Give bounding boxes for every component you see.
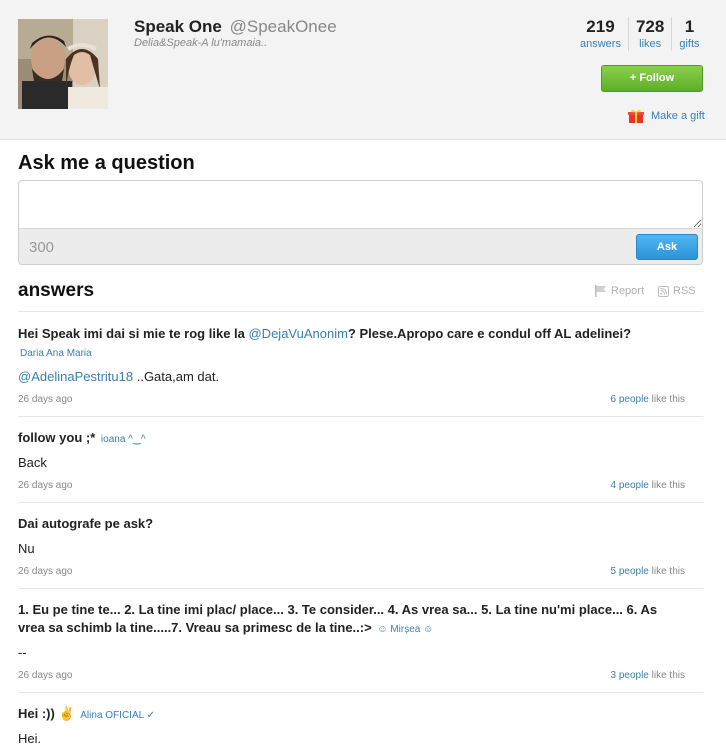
profile-handle: @SpeakOnee — [229, 17, 337, 36]
likes-count-link[interactable]: 5 people — [611, 566, 649, 577]
likes-info: 4 people like this — [611, 479, 686, 493]
answer-text: @AdelinaPestritu18 ..Gata,am dat. — [18, 368, 219, 386]
question-text: follow you ;* ioana ^‿^ — [18, 429, 146, 449]
likes-suffix: like this — [648, 566, 685, 577]
answer-text: -- — [18, 645, 27, 660]
likes-info: 5 people like this — [611, 565, 686, 579]
answer-item: follow you ;* ioana ^‿^ Back 26 days ago… — [18, 416, 703, 502]
answer-time-link[interactable]: 26 days ago — [18, 670, 73, 681]
question-part: follow you ;* — [18, 430, 96, 445]
flag-icon — [595, 285, 606, 297]
likes-info: 3 people like this — [611, 669, 686, 683]
stat-label: answers — [580, 38, 621, 50]
rss-label: RSS — [673, 285, 696, 297]
question-author-link[interactable]: Alina OFICIAL ✓ — [80, 710, 155, 721]
answer-text: Back — [18, 455, 47, 470]
report-label: Report — [611, 285, 645, 297]
profile-stats: 219 answers 728 likes 1 gifts — [576, 17, 707, 51]
answer-text: Hei. — [18, 731, 42, 746]
ask-title: Ask me a question — [18, 152, 195, 174]
likes-suffix: like this — [648, 394, 685, 405]
question-text: Hei :)) ✌ Alina OFICIAL ✓ — [18, 705, 155, 725]
answer-item: Hei Speak imi dai si mie te rog like la … — [18, 311, 703, 416]
profile-name-line: Speak One @SpeakOnee — [134, 17, 337, 37]
likes-suffix: like this — [648, 480, 685, 491]
answer-meta: 26 days ago 6 people like this — [18, 393, 703, 407]
rss-icon — [658, 285, 670, 297]
answer-item: Hei :)) ✌ Alina OFICIAL ✓ Hei. — [18, 692, 703, 750]
answer-time-link[interactable]: 26 days ago — [18, 480, 73, 491]
stat-likes[interactable]: 728 likes — [627, 17, 671, 51]
stat-answers[interactable]: 219 answers — [576, 17, 628, 51]
report-link[interactable]: Report — [594, 285, 644, 297]
ask-button[interactable]: Ask — [636, 234, 698, 260]
answer-time-link[interactable]: 26 days ago — [18, 394, 73, 405]
likes-count-link[interactable]: 6 people — [611, 394, 649, 405]
answer-item: 1. Eu pe tine te... 2. La tine imi plac/… — [18, 588, 703, 692]
stat-gifts[interactable]: 1 gifts — [671, 17, 706, 51]
make-gift-label: Make a gift — [651, 110, 705, 122]
ask-box: 300 Ask — [18, 180, 703, 265]
question-text: 1. Eu pe tine te... 2. La tine imi plac/… — [18, 601, 678, 639]
make-gift-link[interactable]: Make a gift — [628, 108, 705, 124]
answer-meta: 26 days ago 5 people like this — [18, 565, 703, 579]
profile-bio: Delia&Speak-A lu'mamaia.. — [134, 37, 268, 49]
answer-item: Dai autografe pe ask? Nu 26 days ago 5 p… — [18, 502, 703, 588]
profile-name: Speak One — [134, 17, 222, 36]
answer-meta: 26 days ago 3 people like this — [18, 669, 703, 683]
gift-icon — [628, 109, 644, 123]
question-part: ? Plese.Apropo care e condul off AL adel… — [347, 326, 632, 341]
likes-count-link[interactable]: 3 people — [611, 670, 649, 681]
likes-suffix: like this — [648, 670, 685, 681]
answer-time-link[interactable]: 26 days ago — [18, 566, 73, 577]
stat-label: gifts — [679, 38, 700, 50]
question-part: Dai autografe pe ask? — [18, 516, 154, 531]
question-author-link[interactable]: ☺ Mirșea ☺ — [377, 624, 433, 635]
profile-header: Speak One @SpeakOnee Delia&Speak-A lu'ma… — [0, 0, 726, 140]
question-mention-link[interactable]: @DejaVuAnonim — [248, 326, 347, 341]
ask-toolbar: 300 Ask — [19, 228, 702, 264]
question-author-link[interactable]: Daria Ana Maria — [20, 348, 92, 359]
answers-list: Hei Speak imi dai si mie te rog like la … — [18, 311, 703, 750]
stat-value: 728 — [635, 17, 665, 36]
likes-info: 6 people like this — [611, 393, 686, 407]
question-input[interactable] — [19, 181, 702, 228]
stat-label: likes — [639, 38, 662, 50]
answer-mention-link[interactable]: @AdelinaPestritu18 — [18, 369, 133, 384]
answer-part: ..Gata,am dat. — [133, 369, 220, 384]
question-part: Hei :)) ✌ — [18, 706, 75, 721]
question-part: 1. Eu pe tine te... 2. La tine imi plac/… — [18, 602, 658, 635]
char-counter: 300 — [29, 239, 55, 256]
question-part: Hei Speak imi dai si mie te rog like la — [18, 326, 249, 341]
likes-count-link[interactable]: 4 people — [611, 480, 649, 491]
answers-tools: Report RSS — [594, 285, 696, 297]
question-text: Hei Speak imi dai si mie te rog like la … — [18, 325, 658, 363]
answer-text: Nu — [18, 541, 35, 556]
question-text: Dai autografe pe ask? — [18, 515, 153, 533]
answers-heading: answers — [18, 280, 95, 301]
question-author-link[interactable]: ioana ^‿^ — [101, 434, 146, 445]
rss-link[interactable]: RSS — [658, 285, 696, 297]
avatar[interactable] — [18, 19, 108, 109]
follow-button[interactable]: + Follow — [601, 65, 703, 92]
stat-value: 219 — [586, 17, 615, 36]
stat-value: 1 — [684, 17, 695, 36]
answer-meta: 26 days ago 4 people like this — [18, 479, 703, 493]
